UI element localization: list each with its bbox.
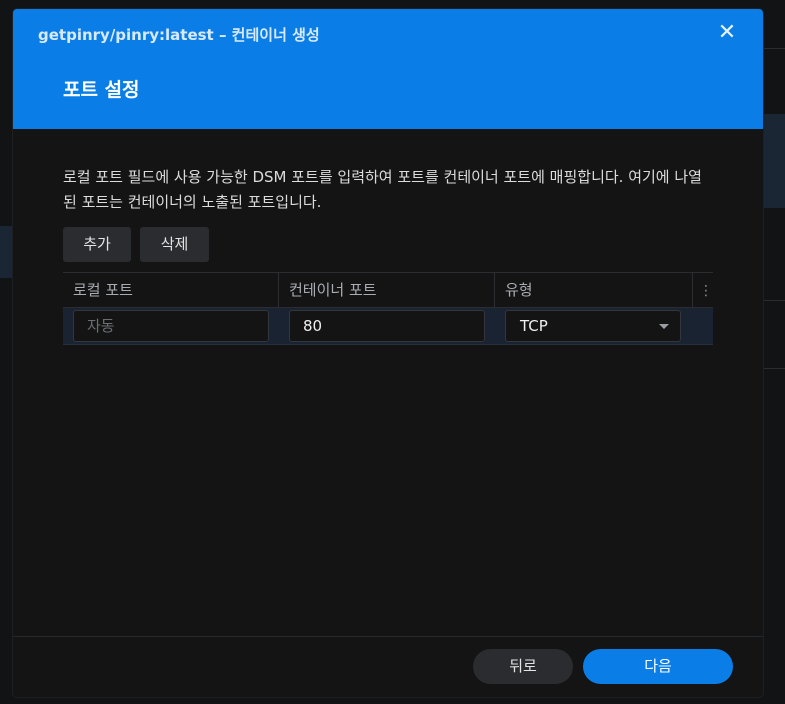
footer-divider	[13, 636, 763, 637]
table-row[interactable]: TCP	[63, 308, 713, 345]
background-divider	[763, 300, 785, 301]
vertical-ellipsis-icon[interactable]: ⋮	[699, 283, 713, 299]
background-divider	[763, 368, 785, 369]
delete-button[interactable]: 삭제	[140, 227, 209, 262]
column-header-type[interactable]: 유형	[495, 273, 693, 308]
port-mapping-table: 로컬 포트 컨테이너 포트 유형 ⋮ TCP	[63, 272, 713, 346]
close-icon[interactable]: ✕	[715, 21, 739, 45]
local-port-input[interactable]	[73, 310, 269, 342]
protocol-type-select[interactable]: TCP	[505, 310, 681, 342]
column-header-container-port[interactable]: 컨테이너 포트	[279, 273, 495, 308]
background-selected-item	[0, 226, 13, 278]
next-button[interactable]: 다음	[583, 649, 733, 684]
back-button[interactable]: 뒤로	[473, 649, 573, 684]
step-title: 포트 설정	[63, 79, 140, 101]
background-selected-row	[763, 114, 785, 208]
dialog-header: getpinry/pinry:latest – 컨테이너 생성 ✕ 포트 설정	[13, 9, 763, 129]
background-divider	[763, 48, 785, 49]
create-container-dialog: getpinry/pinry:latest – 컨테이너 생성 ✕ 포트 설정 …	[13, 9, 763, 697]
protocol-type-value: TCP	[520, 317, 548, 335]
column-header-local-port[interactable]: 로컬 포트	[63, 273, 279, 308]
container-port-input[interactable]	[289, 310, 485, 342]
window-title: getpinry/pinry:latest – 컨테이너 생성	[38, 26, 320, 44]
table-header: 로컬 포트 컨테이너 포트 유형 ⋮	[63, 272, 713, 308]
chevron-down-icon	[659, 324, 669, 329]
add-button[interactable]: 추가	[63, 227, 131, 262]
step-description: 로컬 포트 필드에 사용 가능한 DSM 포트를 입력하여 포트를 컨테이너 포…	[63, 168, 702, 211]
